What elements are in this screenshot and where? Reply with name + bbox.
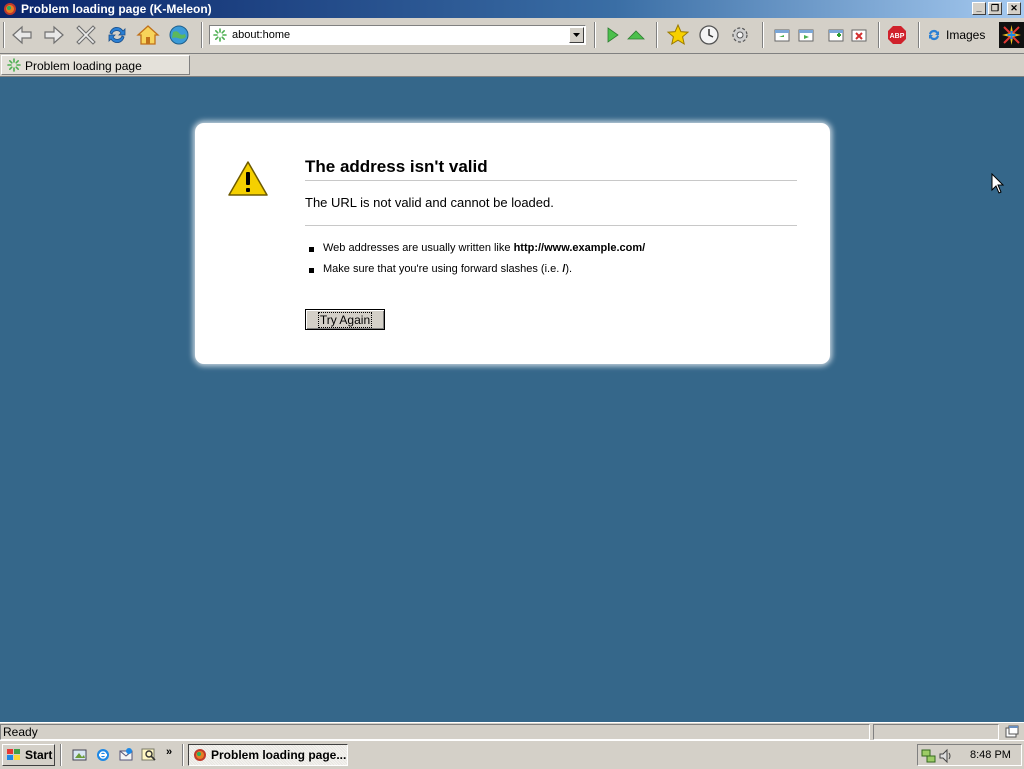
mouse-cursor-icon [991, 173, 1005, 194]
bookmarks-star-icon[interactable] [666, 23, 690, 47]
restore-icon: ❐ [990, 3, 1000, 13]
forward-icon[interactable] [42, 23, 66, 47]
show-desktop-icon[interactable] [72, 747, 88, 763]
system-tray: 8:48 PM [917, 744, 1022, 766]
status-panel [873, 724, 999, 740]
minimize-icon: _ [976, 3, 982, 13]
window-next-icon[interactable] [794, 23, 818, 47]
home-icon[interactable] [136, 23, 160, 47]
up-icon[interactable] [624, 23, 648, 47]
new-window-icon[interactable] [824, 23, 848, 47]
k-meleon-app-icon [4, 3, 16, 15]
reload-icon[interactable] [105, 23, 129, 47]
toolbar-separator [878, 22, 880, 48]
url-input[interactable] [232, 27, 562, 43]
window-title: Problem loading page (K-Meleon) [21, 2, 212, 16]
throbber-logo-icon [999, 22, 1024, 48]
taskbar-item-label: Problem loading page... [211, 748, 347, 762]
error-divider [305, 225, 797, 226]
suggestion-text: Web addresses are usually written like [323, 242, 514, 254]
url-bar[interactable] [209, 25, 586, 45]
error-panel: The address isn't valid The URL is not v… [195, 123, 830, 364]
settings-gear-icon[interactable] [728, 23, 752, 47]
globe-icon[interactable] [167, 23, 191, 47]
try-again-button[interactable]: Try Again [305, 309, 385, 330]
images-label: Images [946, 28, 986, 42]
suggestion-suffix: ). [565, 263, 573, 275]
popup-blocker-icon[interactable] [1004, 724, 1020, 740]
status-text: Ready [0, 724, 870, 740]
taskbar-item-k-meleon[interactable]: Problem loading page... [188, 744, 348, 766]
volume-icon[interactable] [938, 748, 954, 764]
error-message: The URL is not valid and cannot be loade… [305, 195, 554, 210]
status-bar: Ready [0, 722, 1024, 741]
example-url: http://www.example.com/ [513, 242, 646, 254]
tab-label: Problem loading page [25, 59, 142, 73]
back-icon[interactable] [10, 23, 34, 47]
url-dropdown-button[interactable] [569, 27, 584, 43]
toolbar-separator [3, 22, 5, 48]
windows-taskbar: Start » Problem loading page... 8:48 PM [0, 740, 1024, 769]
page-loading-icon [7, 58, 21, 72]
error-title: The address isn't valid [305, 157, 797, 181]
taskbar-clock: 8:48 PM [970, 749, 1011, 761]
tab-bar: Problem loading page [0, 54, 1024, 77]
close-window-icon[interactable] [847, 23, 871, 47]
outlook-express-icon[interactable] [118, 747, 134, 763]
suggestion-text: Make sure that you're using forward slas… [323, 263, 563, 275]
toolbar-separator [656, 22, 658, 48]
taskbar-separator [60, 744, 62, 766]
k-meleon-app-icon [194, 749, 206, 761]
try-again-label: Try Again [317, 311, 373, 328]
start-button[interactable]: Start [2, 744, 55, 766]
history-clock-icon[interactable] [697, 23, 721, 47]
navigation-toolbar: ABP Images [0, 18, 1024, 54]
go-icon[interactable] [601, 23, 625, 47]
toolbar-separator [762, 22, 764, 48]
page-loading-icon [213, 28, 227, 42]
toolbar-separator [201, 22, 203, 48]
svg-text:ABP: ABP [890, 33, 905, 40]
error-suggestions-list: Web addresses are usually written like h… [305, 242, 645, 284]
stop-icon[interactable] [74, 23, 98, 47]
adblock-icon[interactable]: ABP [885, 23, 909, 47]
images-toggle-button[interactable]: Images [927, 24, 991, 46]
close-icon: ✕ [1010, 3, 1018, 13]
warning-icon [228, 161, 268, 196]
chevron-down-icon [573, 33, 580, 37]
taskbar-separator [182, 744, 184, 766]
toolbar-separator [918, 22, 920, 48]
network-icon[interactable] [921, 748, 937, 764]
search-icon[interactable] [141, 747, 157, 763]
close-button[interactable]: ✕ [1007, 2, 1021, 15]
images-refresh-icon [929, 29, 939, 41]
quick-launch-more[interactable]: » [166, 746, 172, 758]
window-titlebar: Problem loading page (K-Meleon) _ ❐ ✕ [0, 0, 1024, 18]
page-content: The address isn't valid The URL is not v… [0, 77, 1024, 722]
restore-button[interactable]: ❐ [988, 2, 1002, 15]
windows-logo-icon [7, 749, 20, 760]
toolbar-separator [594, 22, 596, 48]
internet-explorer-icon[interactable] [95, 747, 111, 763]
start-label: Start [25, 748, 53, 762]
list-item: Make sure that you're using forward slas… [305, 263, 645, 284]
minimize-button[interactable]: _ [972, 2, 986, 15]
tab-problem-loading-page[interactable]: Problem loading page [1, 55, 190, 75]
window-prev-icon[interactable] [770, 23, 794, 47]
list-item: Web addresses are usually written like h… [305, 242, 645, 263]
